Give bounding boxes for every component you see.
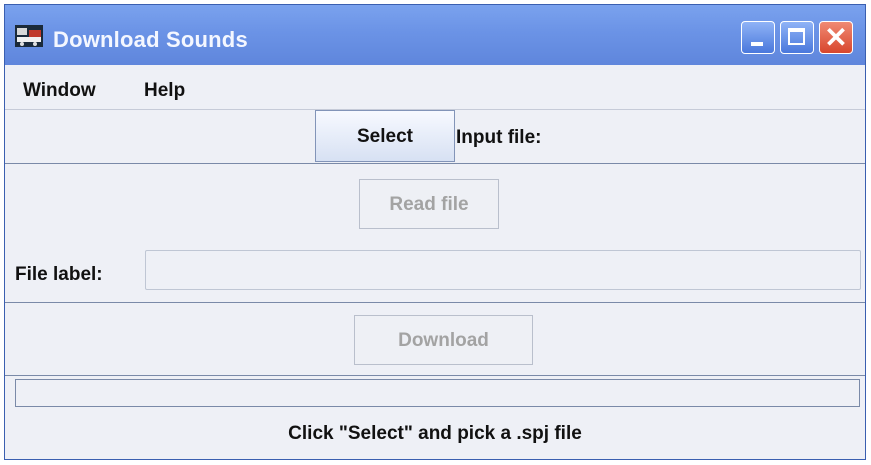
select-row: Select Input file:: [5, 110, 865, 164]
status-message: Click "Select" and pick a .spj file: [288, 423, 582, 444]
close-icon: ✕: [824, 22, 848, 53]
select-button[interactable]: Select: [315, 110, 455, 162]
close-button[interactable]: ✕: [819, 21, 853, 54]
download-row: Download: [5, 302, 865, 376]
file-label-label: File label:: [15, 264, 103, 285]
minimize-icon: [751, 42, 763, 46]
menu-window[interactable]: Window: [23, 80, 96, 102]
app-train-icon: [15, 25, 43, 47]
progress-bar: [15, 379, 860, 407]
window-title: Download Sounds: [53, 27, 248, 52]
menu-help[interactable]: Help: [144, 80, 185, 102]
file-label-field[interactable]: [145, 250, 861, 290]
title-bar[interactable]: Download Sounds ✕: [5, 5, 865, 65]
download-button[interactable]: Download: [354, 315, 533, 365]
maximize-icon: [788, 28, 805, 45]
input-file-label: Input file:: [456, 127, 542, 148]
download-sounds-window: Download Sounds ✕ Window Help Select Inp…: [4, 4, 866, 460]
maximize-button[interactable]: [780, 21, 814, 54]
menu-bar: Window Help: [5, 65, 865, 110]
read-file-row: Read file File label:: [5, 164, 865, 302]
read-file-button[interactable]: Read file: [359, 179, 499, 229]
minimize-button[interactable]: [741, 21, 775, 54]
